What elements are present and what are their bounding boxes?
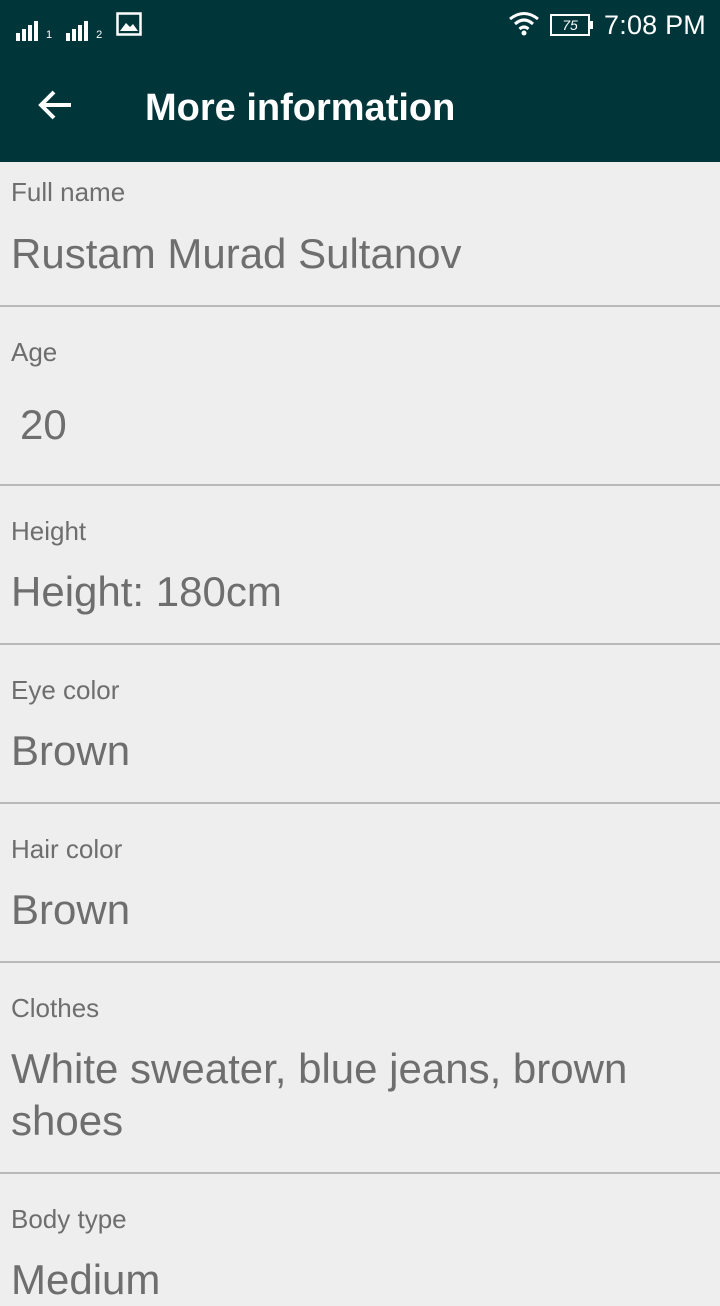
battery-level: 75 <box>562 17 578 33</box>
field-full-name: Full name Rustam Murad Sultanov <box>0 162 720 307</box>
field-eye-color: Eye color Brown <box>0 645 720 804</box>
image-notification-icon <box>116 12 142 41</box>
field-value-hair-color: Brown <box>11 886 131 933</box>
field-value-full-name: Rustam Murad Sultanov <box>11 230 462 277</box>
field-height: Height Height: 180cm <box>0 486 720 645</box>
field-label-clothes: Clothes <box>11 993 100 1023</box>
field-label-hair-color: Hair color <box>11 834 123 864</box>
back-button[interactable] <box>22 74 88 140</box>
signal-sim2-icon: 2 <box>66 19 102 41</box>
field-body-type: Body type Medium <box>0 1174 720 1303</box>
sim2-index: 2 <box>96 29 103 41</box>
signal-sim1-icon: 1 <box>16 19 52 41</box>
battery-icon: 75 <box>550 13 594 37</box>
status-bar-left: 1 2 <box>16 12 142 41</box>
field-clothes: Clothes White sweater, blue jeans, brown… <box>0 963 720 1174</box>
field-value-clothes: White sweater, blue jeans, brown shoes <box>11 1045 628 1144</box>
sim1-index: 1 <box>46 29 53 41</box>
app-toolbar: More information <box>0 52 720 162</box>
field-label-age: Age <box>11 337 58 367</box>
field-label-height: Height <box>11 516 87 546</box>
status-bar: 1 2 75 7:08 PM <box>0 0 720 52</box>
field-value-height: Height: 180cm <box>11 568 282 615</box>
field-value-body-type: Medium <box>11 1256 161 1303</box>
field-label-full-name: Full name <box>11 177 126 207</box>
page-title: More information <box>145 87 456 129</box>
wifi-icon <box>508 10 540 41</box>
field-label-eye-color: Eye color <box>11 675 120 705</box>
field-value-age: 20 <box>20 401 67 448</box>
field-label-body-type: Body type <box>11 1204 127 1234</box>
info-list: Full name Rustam Murad Sultanov Age 20 H… <box>0 162 720 1303</box>
field-age: Age 20 <box>0 307 720 486</box>
field-hair-color: Hair color Brown <box>0 804 720 963</box>
status-time: 7:08 PM <box>604 10 706 40</box>
status-bar-right: 75 7:08 PM <box>508 9 706 41</box>
arrow-back-icon <box>37 89 73 126</box>
field-value-eye-color: Brown <box>11 727 131 774</box>
